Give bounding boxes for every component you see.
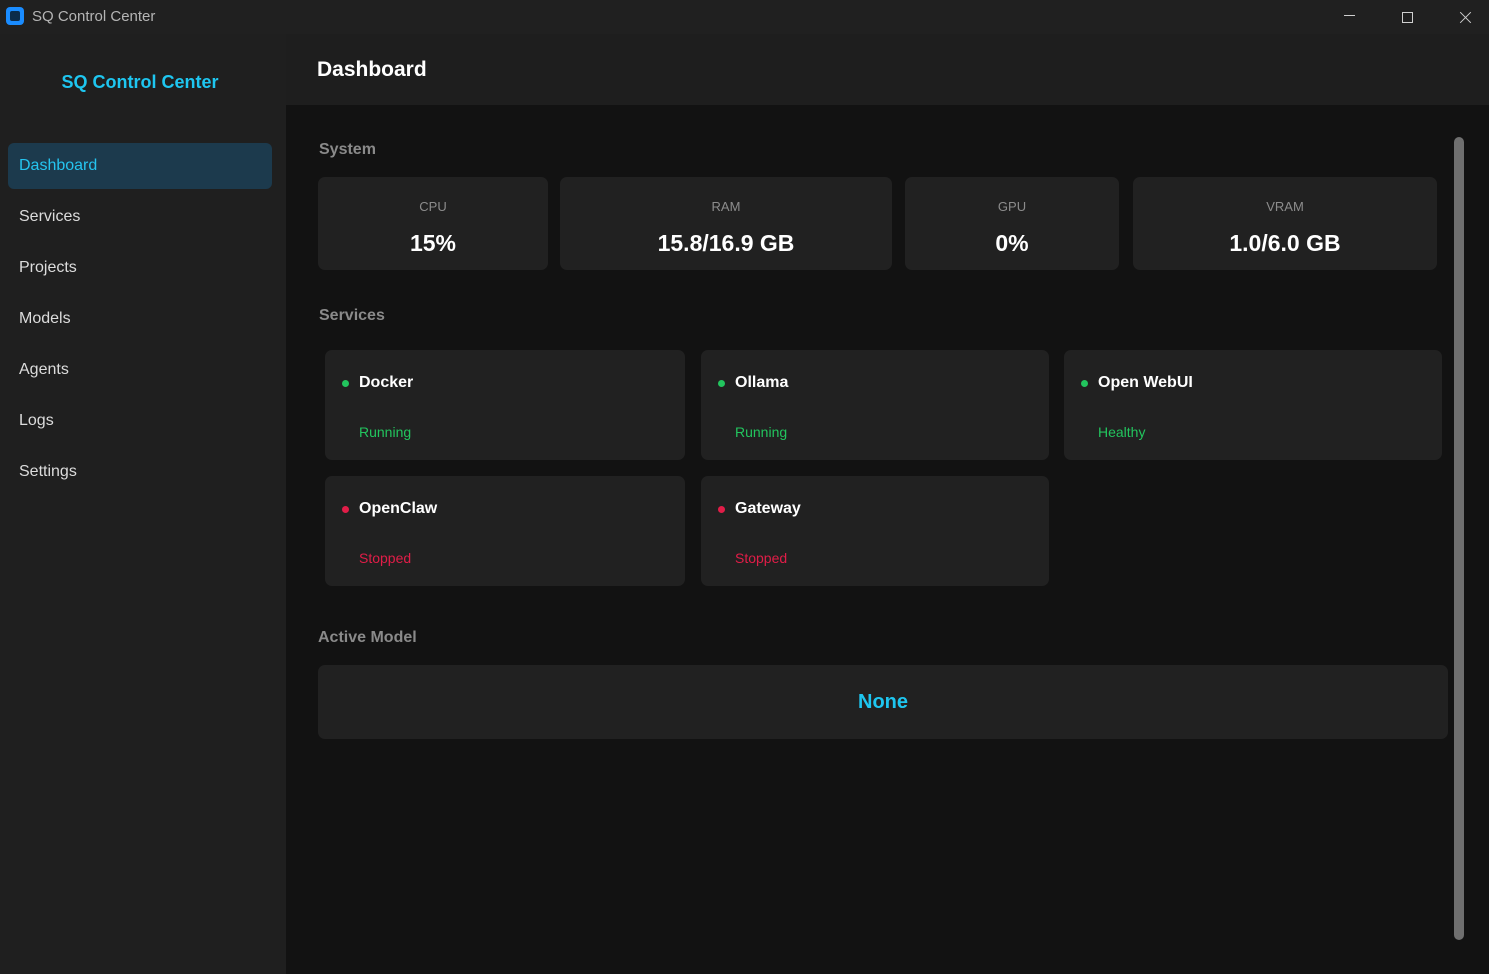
system-section-label: System [319, 141, 376, 158]
page-title: Dashboard [317, 58, 427, 81]
service-status: Stopped [359, 550, 412, 566]
stat-value: 0% [995, 230, 1029, 256]
status-dot-icon [342, 506, 349, 513]
services-section-label: Services [319, 307, 385, 324]
stat-label: CPU [419, 199, 447, 214]
status-dot-icon [342, 380, 349, 387]
service-status: Healthy [1098, 424, 1146, 440]
active-model-card: None [318, 665, 1448, 739]
sidebar-item-logs[interactable]: Logs [8, 398, 272, 444]
minimize-button[interactable] [1320, 0, 1378, 34]
dashboard-content[interactable]: System CPU 15% RAM 15.8/16.9 GB GPU 0% V… [286, 105, 1489, 974]
window-title: SQ Control Center [32, 8, 156, 25]
service-card-openclaw[interactable]: OpenClaw Stopped [325, 476, 685, 586]
sidebar-item-label: Agents [19, 361, 69, 378]
close-button[interactable] [1436, 0, 1489, 34]
maximize-button[interactable] [1378, 0, 1436, 34]
stat-value: 1.0/6.0 GB [1229, 230, 1341, 256]
status-dot-icon [1081, 380, 1088, 387]
service-card-docker[interactable]: Docker Running [325, 350, 685, 460]
sidebar-item-label: Logs [19, 412, 54, 429]
minimize-icon [1343, 14, 1355, 16]
service-card-open-webui[interactable]: Open WebUI Healthy [1064, 350, 1442, 460]
close-icon [1459, 11, 1472, 24]
status-dot-icon [718, 380, 725, 387]
stat-label: VRAM [1266, 199, 1304, 214]
sidebar-item-projects[interactable]: Projects [8, 245, 272, 291]
maximize-icon [1401, 11, 1413, 23]
sidebar-item-settings[interactable]: Settings [8, 449, 272, 495]
status-dot-icon [718, 506, 725, 513]
ram-stat-card: RAM 15.8/16.9 GB [560, 177, 892, 270]
service-name: Ollama [735, 374, 789, 391]
service-name: Gateway [735, 500, 801, 517]
service-status: Running [735, 424, 788, 440]
cpu-stat-card: CPU 15% [318, 177, 548, 270]
stat-value: 15.8/16.9 GB [657, 230, 795, 256]
sidebar-item-label: Models [19, 310, 71, 327]
service-status: Running [359, 424, 412, 440]
service-card-ollama[interactable]: Ollama Running [701, 350, 1049, 460]
active-model-section-label: Active Model [318, 629, 417, 646]
service-name: Docker [359, 374, 414, 391]
stat-value: 15% [409, 230, 457, 256]
vertical-scrollbar[interactable] [1454, 137, 1464, 940]
stat-label: GPU [997, 199, 1027, 214]
gpu-stat-card: GPU 0% [905, 177, 1119, 270]
page-header: Dashboard [286, 34, 1489, 105]
service-status: Stopped [735, 550, 788, 566]
sidebar-item-label: Projects [19, 259, 77, 276]
sidebar-item-agents[interactable]: Agents [8, 347, 272, 393]
stat-label: RAM [711, 199, 741, 214]
sidebar-item-label: Dashboard [19, 157, 98, 174]
vram-stat-card: VRAM 1.0/6.0 GB [1133, 177, 1437, 270]
sidebar-brand: SQ Control Center [61, 72, 219, 92]
service-name: OpenClaw [359, 500, 438, 517]
sidebar-item-services[interactable]: Services [8, 194, 272, 240]
service-name: Open WebUI [1098, 374, 1193, 391]
sidebar-item-label: Services [19, 208, 81, 225]
service-card-gateway[interactable]: Gateway Stopped [701, 476, 1049, 586]
sidebar: SQ Control Center Dashboard Services Pro… [0, 34, 286, 974]
sidebar-item-dashboard[interactable]: Dashboard [8, 143, 272, 189]
active-model-value: None [858, 691, 908, 713]
sidebar-item-label: Settings [19, 463, 77, 480]
sidebar-item-models[interactable]: Models [8, 296, 272, 342]
window-titlebar: SQ Control Center [0, 0, 1489, 34]
app-icon [6, 7, 24, 25]
